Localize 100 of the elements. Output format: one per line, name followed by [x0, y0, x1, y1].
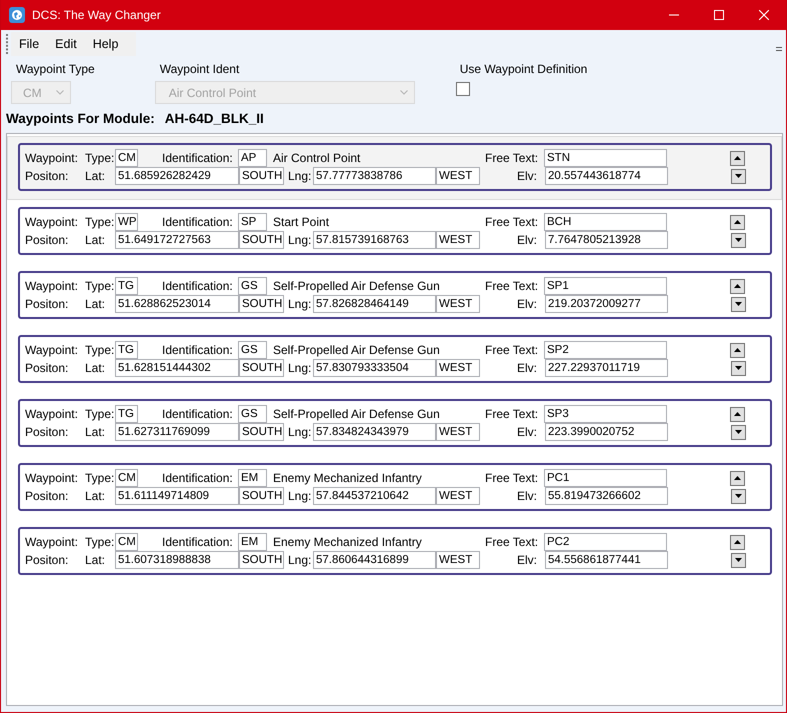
type-field[interactable]: CM: [115, 149, 138, 167]
move-up-button[interactable]: [730, 214, 745, 230]
type-label: Type:: [85, 471, 114, 485]
elevation-field[interactable]: 20.557443618774: [545, 167, 668, 185]
latitude-field[interactable]: 51.627311769099: [115, 423, 239, 441]
hemisphere-field[interactable]: WEST: [436, 423, 480, 441]
latitude-field[interactable]: 51.628151444302: [115, 359, 239, 377]
identification-label: Identification:: [162, 407, 233, 421]
window-title: DCS: The Way Changer: [32, 8, 161, 22]
move-up-button[interactable]: [730, 534, 745, 550]
elevation-field[interactable]: 219.20372009277: [545, 295, 668, 313]
identification-field[interactable]: SP: [238, 213, 267, 231]
lng-label: Lng:: [288, 233, 312, 247]
latitude-field[interactable]: 51.607318988838: [115, 551, 239, 569]
hemisphere-field[interactable]: SOUTH: [239, 359, 284, 377]
type-field[interactable]: TG: [115, 341, 138, 359]
elevation-field[interactable]: 54.556861877441: [545, 551, 668, 569]
elevation-field[interactable]: 223.3990020752: [545, 423, 668, 441]
longitude-field[interactable]: 57.830793333504: [313, 359, 436, 377]
identification-field[interactable]: GS: [238, 405, 267, 423]
identification-description: Start Point: [273, 215, 330, 229]
lat-label: Lat:: [85, 425, 106, 439]
longitude-field[interactable]: 57.844537210642: [313, 487, 436, 505]
type-field[interactable]: TG: [115, 277, 138, 295]
free-text-field[interactable]: STN: [544, 149, 667, 167]
use-definition-checkbox[interactable]: [456, 82, 470, 96]
longitude-field[interactable]: 57.826828464149: [313, 295, 436, 313]
move-up-button[interactable]: [730, 342, 745, 358]
hemisphere-field[interactable]: WEST: [436, 551, 480, 569]
free-text-field[interactable]: PC1: [544, 469, 667, 487]
position-label: Positon:: [25, 425, 68, 439]
elevation-field[interactable]: 7.7647805213928: [545, 231, 668, 249]
move-down-button[interactable]: [731, 296, 746, 312]
free-text-field[interactable]: SP2: [544, 341, 667, 359]
hemisphere-field[interactable]: WEST: [436, 359, 480, 377]
type-field[interactable]: TG: [115, 405, 138, 423]
move-down-button[interactable]: [731, 232, 746, 248]
move-up-button[interactable]: [730, 406, 745, 422]
double-line-icon[interactable]: [776, 47, 782, 51]
identification-field[interactable]: AP: [238, 149, 267, 167]
hemisphere-field[interactable]: WEST: [436, 167, 480, 185]
latitude-field[interactable]: 51.628862523014: [115, 295, 239, 313]
elevation-field[interactable]: 55.819473266602: [545, 487, 668, 505]
move-down-button[interactable]: [731, 488, 746, 504]
hemisphere-field[interactable]: WEST: [436, 487, 480, 505]
free-text-label: Free Text:: [485, 215, 538, 229]
type-field[interactable]: WP: [115, 213, 138, 231]
move-up-button[interactable]: [730, 470, 745, 486]
elevation-label: Elv:: [516, 169, 537, 183]
triangle-down-icon: [735, 558, 742, 562]
move-down-button[interactable]: [731, 168, 746, 184]
position-label: Positon:: [25, 489, 68, 503]
latitude-field[interactable]: 51.611149714809: [115, 487, 239, 505]
identification-field[interactable]: GS: [238, 277, 267, 295]
hemisphere-field[interactable]: SOUTH: [239, 295, 284, 313]
free-text-label: Free Text:: [485, 471, 538, 485]
elevation-field[interactable]: 227.22937011719: [545, 359, 668, 377]
free-text-field[interactable]: SP1: [544, 277, 667, 295]
hemisphere-field[interactable]: SOUTH: [239, 551, 284, 569]
lat-label: Lat:: [85, 169, 106, 183]
menu-item[interactable]: File: [11, 32, 48, 56]
menu-item[interactable]: Edit: [47, 32, 85, 56]
free-text-field[interactable]: BCH: [544, 213, 667, 231]
lng-label: Lng:: [288, 169, 312, 183]
identification-description: Enemy Mechanized Infantry: [273, 535, 422, 549]
latitude-field[interactable]: 51.649172727563: [115, 231, 239, 249]
identification-field[interactable]: EM: [238, 533, 267, 551]
free-text-field[interactable]: PC2: [544, 533, 667, 551]
hemisphere-field[interactable]: WEST: [436, 231, 480, 249]
hemisphere-field[interactable]: SOUTH: [239, 487, 284, 505]
type-field[interactable]: CM: [115, 533, 138, 551]
hemisphere-field[interactable]: WEST: [436, 295, 480, 313]
maximize-icon: [714, 10, 724, 20]
move-down-button[interactable]: [731, 552, 746, 568]
longitude-field[interactable]: 57.834824343979: [313, 423, 436, 441]
longitude-field[interactable]: 57.77773838786: [313, 167, 436, 185]
position-label: Positon:: [25, 169, 68, 183]
waypoint-list-item[interactable]: Waypoint: Type: CM Identification: AP Air Control Point Free Text: STN Positon: Lat: 51.685926282429 SOUTH Lng: 57.77773838786 WEST Elv: 20.557443618774: [7, 136, 782, 200]
type-label: Type:: [85, 535, 114, 549]
identification-field[interactable]: GS: [238, 341, 267, 359]
move-down-button[interactable]: [731, 360, 746, 376]
hemisphere-field[interactable]: SOUTH: [239, 231, 284, 249]
waypoint-label: Waypoint:: [25, 471, 78, 485]
move-up-button[interactable]: [730, 278, 745, 294]
hemisphere-field[interactable]: SOUTH: [239, 423, 284, 441]
free-text-field[interactable]: SP3: [544, 405, 667, 423]
identification-field[interactable]: EM: [238, 469, 267, 487]
latitude-field[interactable]: 51.685926282429: [115, 167, 239, 185]
hemisphere-field[interactable]: SOUTH: [239, 167, 284, 185]
move-down-button[interactable]: [731, 424, 746, 440]
type-label: Type:: [85, 343, 114, 357]
type-field[interactable]: CM: [115, 469, 138, 487]
menu-item[interactable]: Help: [84, 32, 126, 56]
longitude-field[interactable]: 57.815739168763: [313, 231, 436, 249]
longitude-field[interactable]: 57.860644316899: [313, 551, 436, 569]
identification-description: Enemy Mechanized Infantry: [273, 471, 422, 485]
position-label: Positon:: [25, 233, 68, 247]
move-up-button[interactable]: [730, 150, 745, 166]
triangle-up-icon: [734, 284, 741, 288]
waypoint-label: Waypoint:: [25, 215, 78, 229]
